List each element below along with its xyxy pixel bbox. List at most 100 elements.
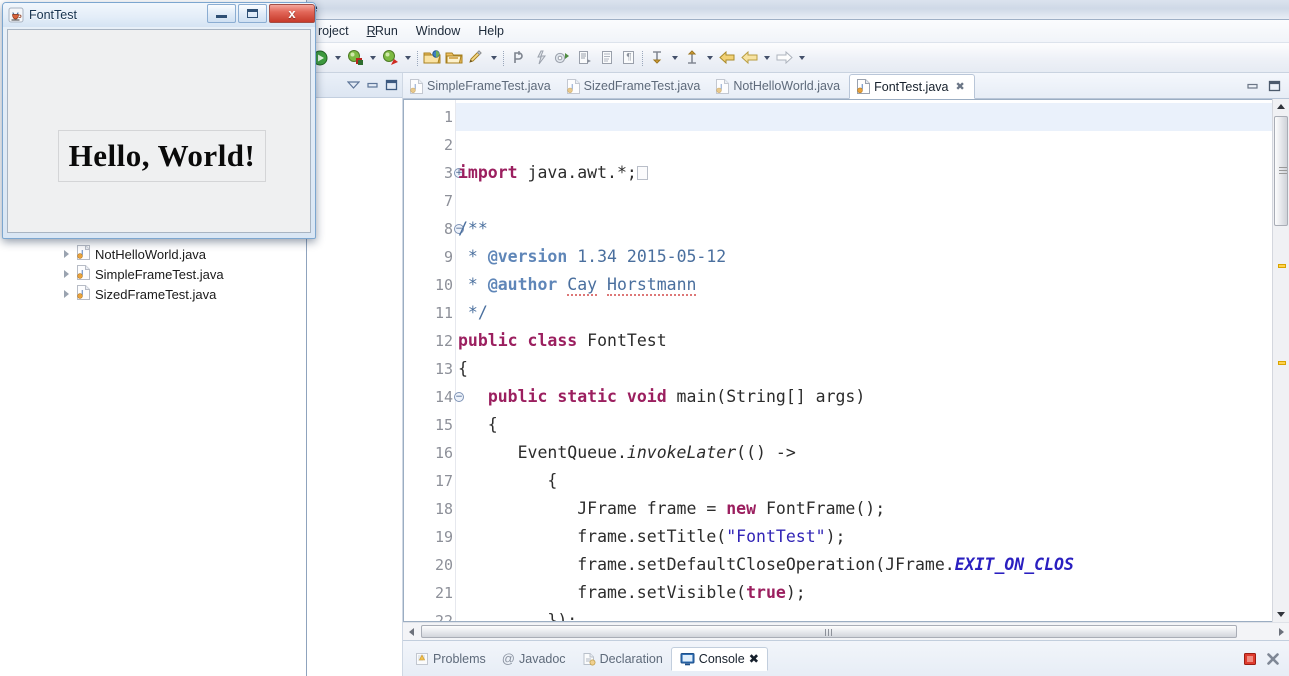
code-line[interactable]: frame.setTitle("FontTest"); bbox=[456, 523, 1272, 551]
horizontal-scrollbar[interactable] bbox=[403, 622, 1289, 640]
line-number[interactable]: 21 bbox=[404, 579, 455, 607]
vertical-scrollbar[interactable] bbox=[1272, 99, 1289, 622]
new-wizard-dropdown-arrow[interactable] bbox=[487, 47, 500, 69]
view-menu-icon[interactable] bbox=[345, 77, 361, 93]
scroll-down-arrow-icon[interactable] bbox=[1274, 607, 1289, 622]
line-number[interactable]: 19 bbox=[404, 523, 455, 551]
maximize-icon[interactable] bbox=[383, 77, 399, 93]
code-line[interactable]: */ bbox=[456, 299, 1272, 327]
code-line[interactable]: import java.awt.*; bbox=[456, 159, 1272, 187]
code-line[interactable]: { bbox=[456, 411, 1272, 439]
minimize-button[interactable] bbox=[207, 4, 236, 23]
scroll-up-arrow-icon[interactable] bbox=[1274, 99, 1289, 114]
code-text-area[interactable]: import java.awt.*; /** * @version 1.34 20… bbox=[456, 100, 1272, 621]
code-line[interactable]: public static void main(String[] args) bbox=[456, 383, 1272, 411]
debug-button[interactable] bbox=[344, 47, 366, 69]
list-item[interactable]: J NotHelloWorld.java bbox=[62, 245, 206, 263]
profile-button[interactable] bbox=[379, 47, 401, 69]
profile-dropdown-arrow[interactable] bbox=[401, 47, 414, 69]
warning-marker[interactable] bbox=[1278, 361, 1286, 365]
line-number[interactable]: 16 bbox=[404, 439, 455, 467]
back-history-button[interactable] bbox=[738, 47, 760, 69]
scroll-left-arrow-icon[interactable] bbox=[403, 623, 419, 640]
code-line[interactable]: }); bbox=[456, 607, 1272, 621]
close-console-icon[interactable] bbox=[1265, 651, 1281, 667]
line-number-ruler[interactable]: 1 2 3 +7 8−9 10 11 12 13 14−15 16 17 18 19 20 21 22 bbox=[404, 100, 464, 621]
list-item[interactable]: J SizedFrameTest.java bbox=[62, 285, 216, 303]
code-line[interactable]: { bbox=[456, 467, 1272, 495]
maximize-button[interactable] bbox=[238, 4, 267, 23]
tab-console[interactable]: Console ✖ bbox=[670, 646, 769, 671]
line-number[interactable]: 8− bbox=[404, 215, 464, 243]
warning-marker[interactable] bbox=[1278, 264, 1286, 268]
editor-tab-fonttest[interactable]: J FontTest.java ✖ bbox=[849, 74, 975, 99]
previous-annotation-button[interactable] bbox=[595, 47, 617, 69]
code-line[interactable] bbox=[456, 103, 1272, 131]
toggle-mark-occurrences-button[interactable]: ¶ bbox=[617, 47, 639, 69]
line-number[interactable]: 7 bbox=[404, 187, 455, 215]
forward-dropdown-arrow[interactable] bbox=[795, 47, 808, 69]
code-line[interactable]: EventQueue.invokeLater(() -> bbox=[456, 439, 1272, 467]
tab-declaration[interactable]: Declaration bbox=[574, 647, 671, 671]
horizontal-scrollbar-thumb[interactable] bbox=[421, 625, 1237, 638]
forward-button[interactable] bbox=[773, 47, 795, 69]
close-icon[interactable]: ✖ bbox=[955, 80, 964, 93]
code-line[interactable]: frame.setDefaultCloseOperation(JFrame.EX… bbox=[456, 551, 1272, 579]
chevron-right-icon[interactable] bbox=[62, 289, 72, 299]
code-line[interactable] bbox=[456, 187, 1272, 215]
line-number[interactable]: 22 bbox=[404, 607, 455, 621]
editor-tab-simpleframetest[interactable]: J SimpleFrameTest.java bbox=[403, 74, 560, 98]
line-number[interactable]: 12 bbox=[404, 327, 455, 355]
editor-minimize-icon[interactable] bbox=[1244, 78, 1260, 94]
code-line[interactable]: * @version 1.34 2015-05-12 bbox=[456, 243, 1272, 271]
java-application-window[interactable]: FontTest x Hello, World! bbox=[2, 2, 316, 239]
run-dropdown-arrow[interactable] bbox=[331, 47, 344, 69]
code-line[interactable]: JFrame frame = new FontFrame(); bbox=[456, 495, 1272, 523]
new-package-button[interactable] bbox=[443, 47, 465, 69]
new-java-project-button[interactable] bbox=[421, 47, 443, 69]
menu-project[interactable]: roject bbox=[309, 22, 358, 40]
next-member-dropdown-arrow[interactable] bbox=[703, 47, 716, 69]
back-button[interactable] bbox=[716, 47, 738, 69]
code-canvas[interactable]: 1 2 3 +7 8−9 10 11 12 13 14−15 16 17 18 19 20 21 22 impo… bbox=[403, 99, 1272, 622]
code-line[interactable]: public class FontTest bbox=[456, 327, 1272, 355]
external-tools-button[interactable] bbox=[551, 47, 573, 69]
last-edit-dropdown-arrow[interactable] bbox=[668, 47, 681, 69]
tab-problems[interactable]: Problems bbox=[407, 647, 494, 671]
horizontal-scrollbar-track[interactable] bbox=[419, 623, 1273, 640]
window-title-bar[interactable]: e bbox=[307, 0, 1289, 20]
chevron-right-icon[interactable] bbox=[62, 249, 72, 259]
search-button[interactable] bbox=[529, 47, 551, 69]
line-number[interactable]: 2 bbox=[404, 131, 455, 159]
line-number[interactable]: 13 bbox=[404, 355, 455, 383]
menu-run[interactable]: RxRun bbox=[358, 22, 407, 40]
menu-help[interactable]: Help bbox=[469, 22, 513, 40]
editor-maximize-icon[interactable] bbox=[1266, 78, 1282, 94]
editor-tab-sizedframetest[interactable]: J SizedFrameTest.java bbox=[560, 74, 710, 98]
list-item[interactable]: J SimpleFrameTest.java bbox=[62, 265, 224, 283]
new-class-button[interactable] bbox=[465, 47, 487, 69]
code-line[interactable]: { bbox=[456, 355, 1272, 383]
line-number[interactable]: 3 + bbox=[404, 159, 464, 187]
last-edit-location-button[interactable] bbox=[646, 47, 668, 69]
scroll-right-arrow-icon[interactable] bbox=[1273, 623, 1289, 640]
minimize-icon[interactable] bbox=[364, 77, 380, 93]
java-window-title-bar[interactable]: FontTest x bbox=[3, 3, 315, 27]
open-type-button[interactable] bbox=[507, 47, 529, 69]
back-history-dropdown-arrow[interactable] bbox=[760, 47, 773, 69]
line-number[interactable]: 15 bbox=[404, 411, 455, 439]
code-line[interactable]: frame.setVisible(true); bbox=[456, 579, 1272, 607]
line-number[interactable]: 11 bbox=[404, 299, 455, 327]
debug-dropdown-arrow[interactable] bbox=[366, 47, 379, 69]
menu-window[interactable]: Window bbox=[407, 22, 469, 40]
next-annotation-button[interactable] bbox=[573, 47, 595, 69]
tab-javadoc[interactable]: @ Javadoc bbox=[494, 647, 574, 671]
vertical-scrollbar-thumb[interactable] bbox=[1274, 116, 1288, 226]
editor-tab-nothelloworld[interactable]: J NotHelloWorld.java bbox=[709, 74, 849, 98]
line-number[interactable]: 20 bbox=[404, 551, 455, 579]
next-member-button[interactable] bbox=[681, 47, 703, 69]
terminate-button[interactable] bbox=[1242, 651, 1258, 667]
line-number[interactable]: 14− bbox=[404, 383, 464, 411]
chevron-right-icon[interactable] bbox=[62, 269, 72, 279]
line-number[interactable]: 10 bbox=[404, 271, 455, 299]
